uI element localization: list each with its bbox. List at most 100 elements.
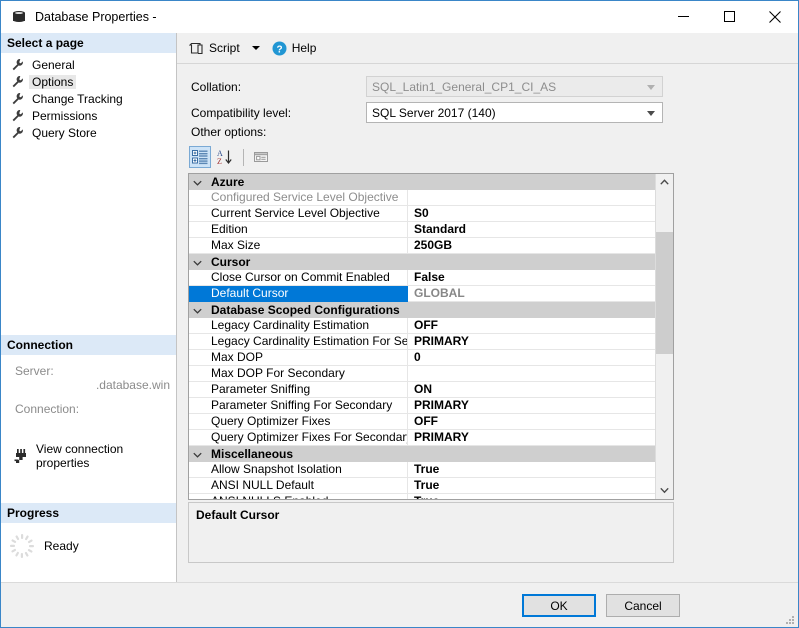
property-name: Close Cursor on Commit Enabled (189, 269, 408, 286)
property-value[interactable]: 250GB (408, 238, 658, 254)
select-a-page-header: Select a page (1, 33, 176, 54)
property-row[interactable]: Edition Standard (189, 221, 658, 238)
sidebar-item-permissions[interactable]: Permissions (1, 107, 176, 124)
title-bar[interactable]: Database Properties - (1, 1, 798, 33)
property-row[interactable]: Close Cursor on Commit Enabled False (189, 269, 658, 286)
property-row[interactable]: Parameter Sniffing ON (189, 381, 658, 398)
property-name: ANSI NULL Default (189, 477, 408, 494)
property-value[interactable] (408, 190, 658, 206)
property-value[interactable]: S0 (408, 206, 658, 222)
cancel-button[interactable]: Cancel (606, 594, 680, 617)
property-pages-button[interactable] (250, 146, 272, 168)
alphabetical-sort-button[interactable]: A Z (213, 146, 235, 168)
sidebar-item-options[interactable]: Options (1, 73, 176, 90)
collation-combobox[interactable]: SQL_Latin1_General_CP1_CI_AS (366, 76, 663, 97)
compatibility-level-field-row: Compatibility level: SQL Server 2017 (14… (191, 102, 663, 123)
svg-text:Z: Z (217, 157, 222, 165)
minimize-button[interactable] (660, 1, 706, 32)
connection-label: Connection: (15, 402, 80, 416)
chevron-down-icon[interactable] (251, 46, 260, 50)
property-category-row[interactable]: Azure (189, 174, 658, 190)
database-icon (11, 9, 27, 25)
property-value[interactable]: GLOBAL (408, 286, 658, 302)
property-value[interactable]: PRIMARY (408, 430, 658, 446)
question-mark-icon: ? (272, 41, 287, 55)
toolbar-separator (243, 148, 244, 166)
property-name: Max Size (189, 237, 408, 254)
chevron-down-icon[interactable] (192, 449, 203, 460)
property-row[interactable]: Legacy Cardinality Estimation OFF (189, 317, 658, 334)
property-value[interactable]: False (408, 270, 658, 286)
property-value[interactable]: 0 (408, 350, 658, 366)
property-row[interactable]: Legacy Cardinality Estimation For Second… (189, 333, 658, 350)
sidebar-item-query-store[interactable]: Query Store (1, 124, 176, 141)
property-name: Parameter Sniffing For Secondary (189, 397, 408, 414)
property-category-row[interactable]: Cursor (189, 254, 658, 270)
connection-header: Connection (1, 335, 176, 356)
categorized-view-icon (192, 150, 208, 165)
chevron-down-icon[interactable] (192, 257, 203, 268)
property-row[interactable]: Configured Service Level Objective (189, 189, 658, 206)
property-row[interactable]: Max DOP For Secondary (189, 365, 658, 382)
property-value[interactable]: PRIMARY (408, 334, 658, 350)
property-row[interactable]: Max Size 250GB (189, 237, 658, 254)
chevron-down-icon[interactable] (192, 305, 203, 316)
property-value[interactable] (408, 366, 658, 382)
property-row[interactable]: ANSI NULLS EnabledTrue (189, 493, 658, 500)
property-name: Max DOP For Secondary (189, 365, 408, 382)
property-name: Legacy Cardinality Estimation (189, 317, 408, 334)
help-button[interactable]: ? Help (269, 37, 320, 59)
scrollbar-thumb[interactable] (656, 232, 673, 354)
property-row[interactable]: Current Service Level Objective S0 (189, 205, 658, 222)
property-grid[interactable]: Azure Configured Service Level Objective C… (188, 173, 674, 500)
wrench-icon (12, 110, 23, 122)
property-value[interactable]: PRIMARY (408, 398, 658, 414)
collation-field-row: Collation: SQL_Latin1_General_CP1_CI_AS (191, 76, 663, 97)
property-value[interactable]: OFF (408, 414, 658, 430)
property-name: Legacy Cardinality Estimation For Second… (189, 333, 408, 350)
help-label: Help (291, 41, 317, 55)
property-value[interactable]: True (408, 494, 658, 500)
window-title: Database Properties - (35, 10, 157, 24)
categorized-view-button[interactable] (189, 146, 211, 168)
plug-icon (14, 449, 26, 463)
property-value[interactable]: Standard (408, 222, 658, 238)
property-grid-scrollbar[interactable] (655, 174, 673, 499)
property-row[interactable]: Max DOP 0 (189, 349, 658, 366)
progress-body: Ready (1, 524, 176, 559)
maximize-button[interactable] (706, 1, 752, 32)
close-button[interactable] (752, 1, 798, 32)
property-value[interactable]: True (408, 462, 658, 478)
scroll-down-icon[interactable] (656, 482, 673, 499)
view-connection-properties-link[interactable]: View connection properties (1, 442, 176, 470)
ok-button[interactable]: OK (522, 594, 596, 617)
sidebar-item-general[interactable]: General (1, 56, 176, 73)
script-button[interactable]: Script (186, 37, 243, 59)
scroll-up-icon[interactable] (656, 174, 673, 191)
property-grid-rows: Azure Configured Service Level Objective C… (189, 174, 658, 499)
sidebar-item-label: General (32, 57, 75, 72)
property-row[interactable]: Query Optimizer Fixes For Secondary PRIMA… (189, 429, 658, 446)
chevron-down-icon (647, 111, 655, 116)
resize-grip[interactable] (785, 615, 795, 625)
property-row[interactable]: Query Optimizer Fixes OFF (189, 413, 658, 430)
property-row[interactable]: Default Cursor GLOBAL (189, 285, 658, 302)
connection-body: Server: .database.win Connection: View c… (1, 356, 176, 499)
chevron-down-icon[interactable] (192, 177, 203, 188)
property-row[interactable]: Parameter Sniffing For Secondary PRIMARY (189, 397, 658, 414)
property-value[interactable]: ON (408, 382, 658, 398)
grid-view-toolbar: A Z (189, 145, 274, 169)
property-name: Configured Service Level Objective (189, 189, 408, 206)
property-value[interactable]: True (408, 478, 658, 494)
property-category-row[interactable]: Miscellaneous (189, 446, 658, 462)
compatibility-level-value: SQL Server 2017 (140) (372, 105, 496, 120)
property-category-row[interactable]: Database Scoped Configurations (189, 302, 658, 318)
sidebar-item-change-tracking[interactable]: Change Tracking (1, 90, 176, 107)
chevron-down-icon (647, 85, 655, 90)
property-value[interactable]: OFF (408, 318, 658, 334)
script-label: Script (209, 41, 240, 55)
property-row[interactable]: Allow Snapshot Isolation True (189, 461, 658, 478)
compatibility-level-combobox[interactable]: SQL Server 2017 (140) (366, 102, 663, 123)
description-panel: Default Cursor (188, 502, 674, 563)
property-row[interactable]: ANSI NULL Default True (189, 477, 658, 494)
